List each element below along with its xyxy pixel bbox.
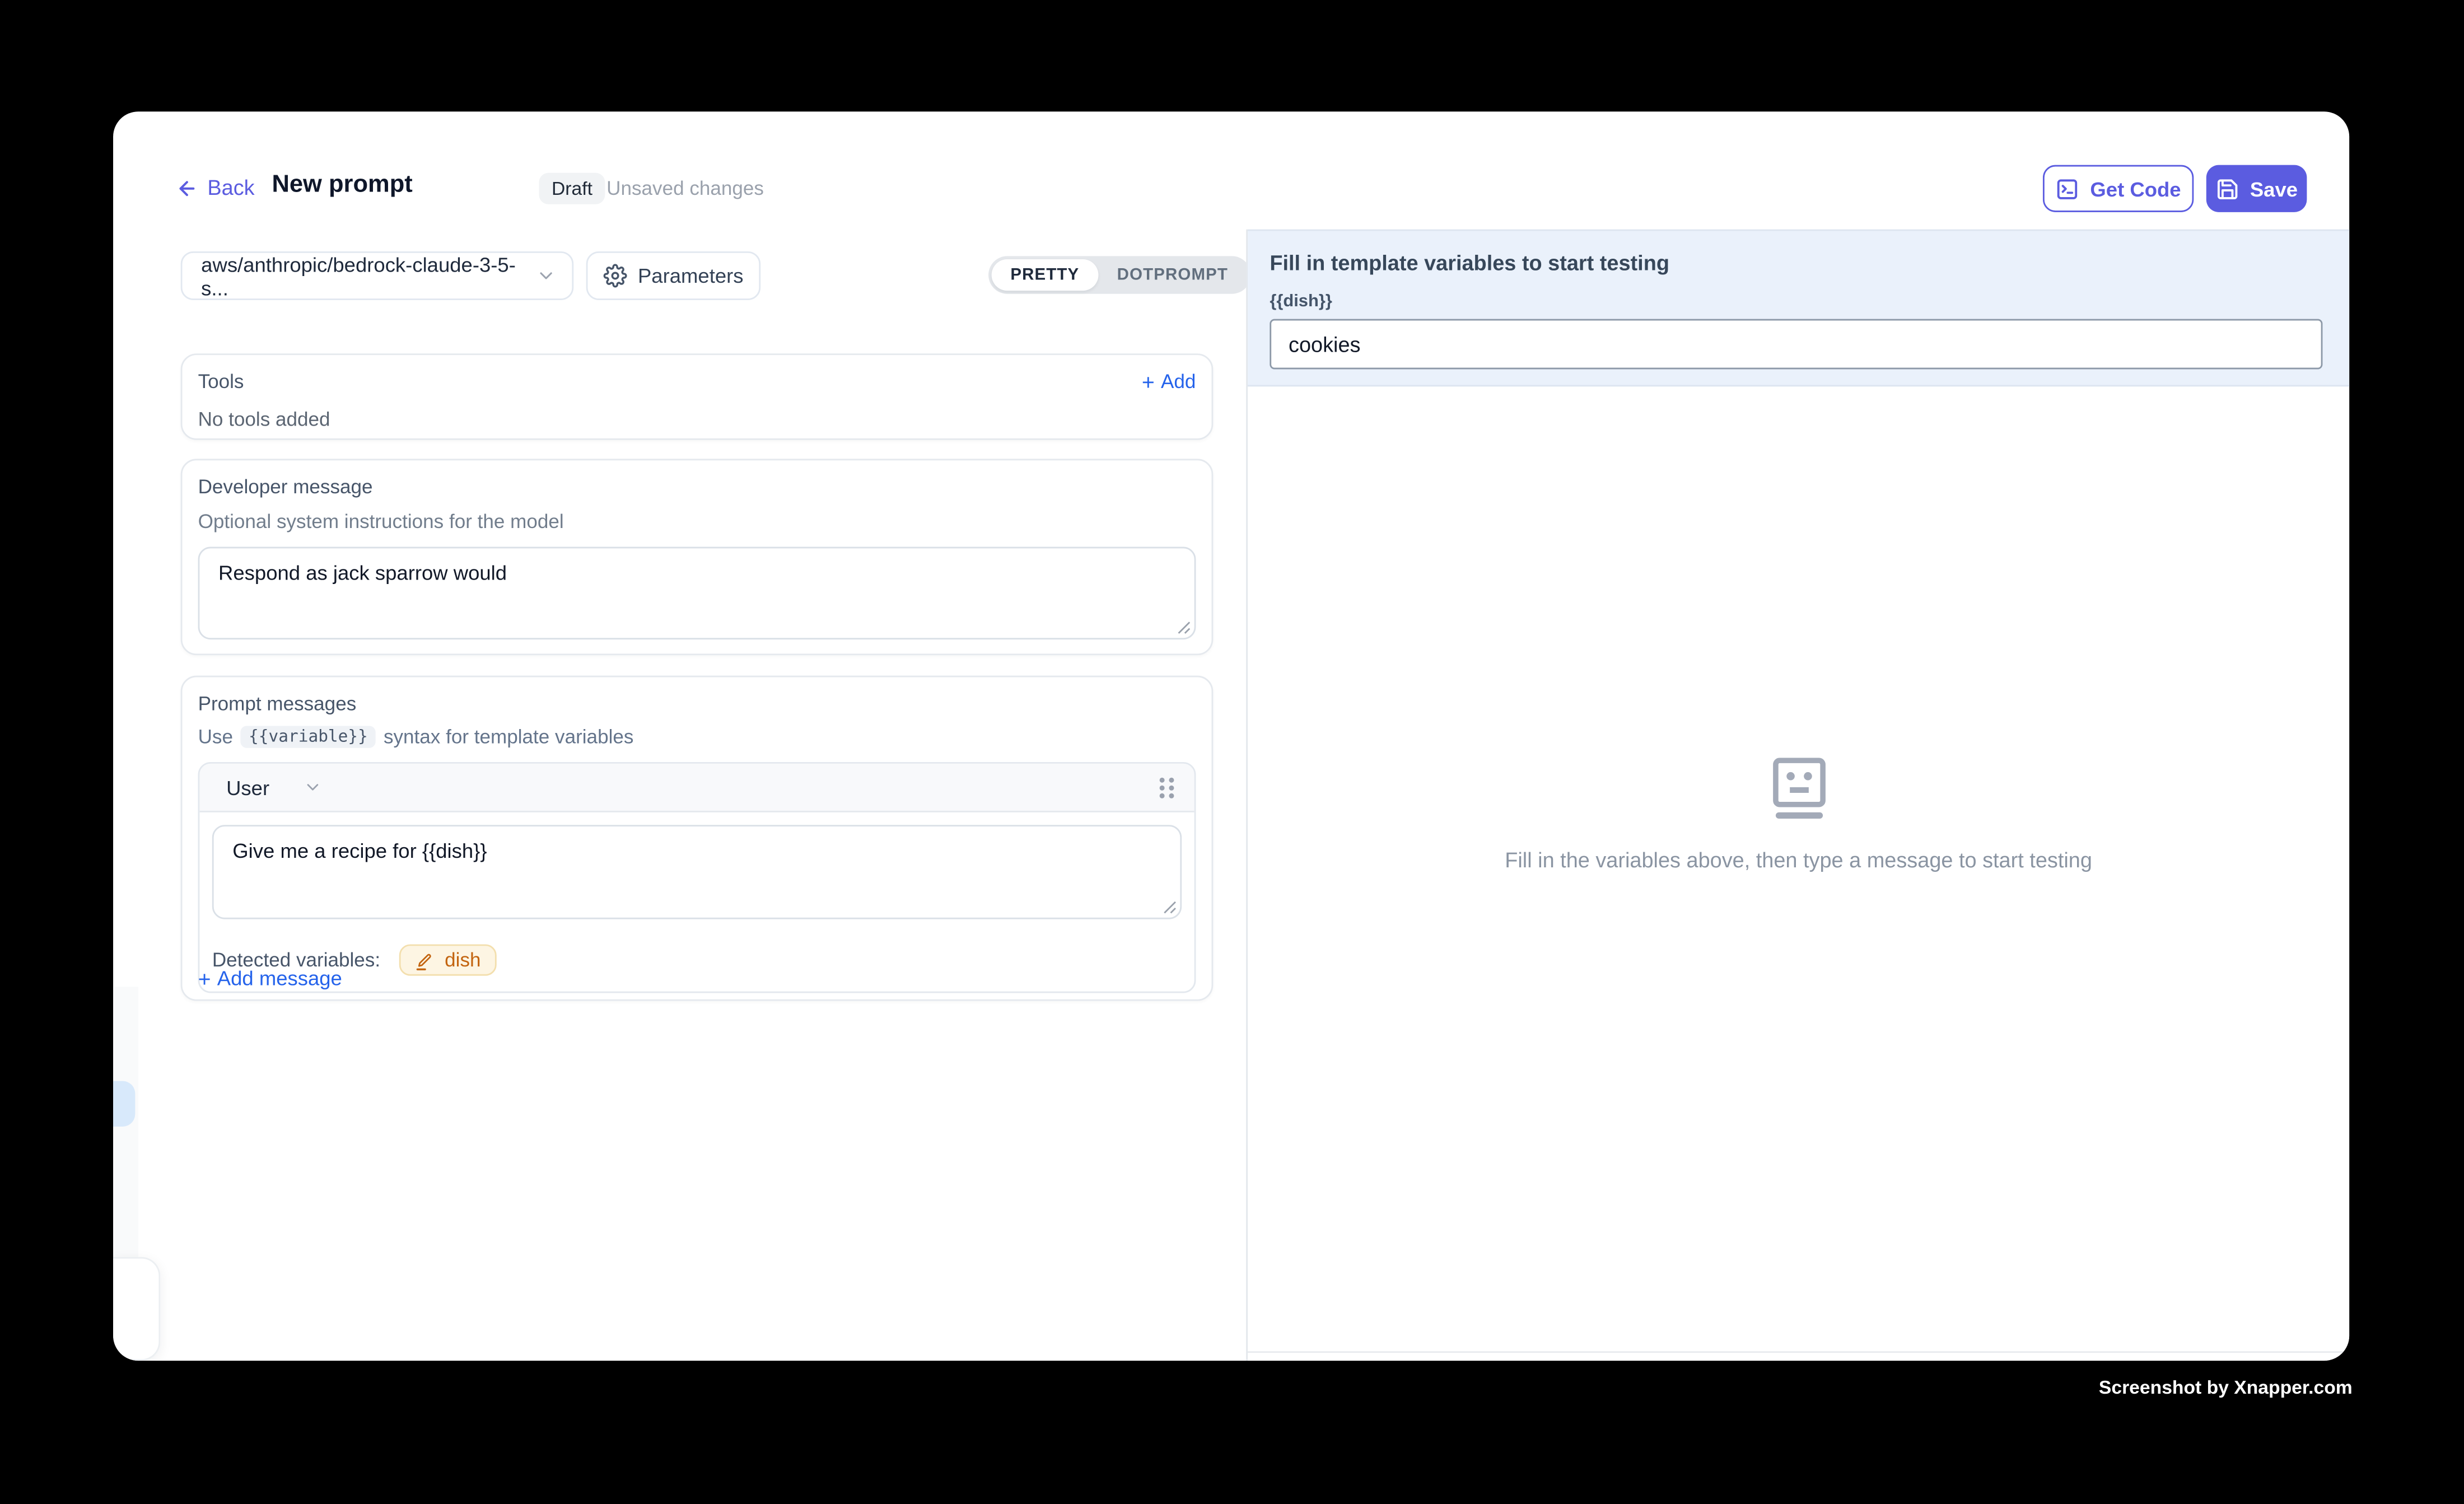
sidebar-active-item-fragment [113, 1081, 135, 1127]
get-code-label: Get Code [2090, 177, 2181, 200]
toggle-pretty[interactable]: PRETTY [992, 259, 1098, 291]
model-selector[interactable]: aws/anthropic/bedrock-claude-3-5-s... [181, 251, 574, 300]
back-button[interactable]: Back [176, 176, 254, 199]
add-message-button[interactable]: + Add message [198, 966, 342, 990]
page-title: New prompt [272, 171, 412, 200]
model-selector-value: aws/anthropic/bedrock-claude-3-5-s... [201, 252, 536, 299]
add-tool-label: Add [1161, 371, 1196, 393]
status-badge: Draft [539, 173, 605, 204]
developer-message-subtitle: Optional system instructions for the mod… [198, 511, 1196, 533]
plus-icon: + [198, 967, 211, 989]
developer-message-title: Developer message [198, 476, 1196, 498]
message-header: User [199, 764, 1194, 812]
pencil-icon [415, 950, 435, 970]
sidebar-popover-fragment [113, 1257, 160, 1361]
prompt-messages-card: Prompt messages Use {{variable}} syntax … [181, 676, 1214, 1001]
chat-empty-state: Fill in the variables above, then type a… [1248, 386, 2349, 1351]
empty-state-text: Fill in the variables above, then type a… [1505, 848, 2092, 872]
test-panel: Fill in template variables to start test… [1246, 230, 2349, 1361]
unsaved-changes-label: Unsaved changes [606, 178, 764, 199]
message-content-input[interactable]: Give me a recipe for {{dish}} [212, 825, 1182, 919]
chevron-down-icon [536, 265, 556, 286]
developer-message-card: Developer message Optional system instru… [181, 459, 1214, 655]
plus-icon: + [1142, 371, 1155, 393]
parameters-label: Parameters [638, 264, 744, 287]
prompt-messages-title: Prompt messages [198, 693, 1196, 714]
variable-syntax-chip: {{variable}} [241, 726, 376, 748]
toggle-dotprompt[interactable]: DOTPROMPT [1098, 259, 1247, 291]
save-icon [2215, 177, 2239, 200]
variable-badge-dish[interactable]: dish [399, 944, 497, 975]
screenshot-stage: Back New prompt Draft Unsaved changes Ge… [0, 0, 2464, 1503]
tools-title: Tools [198, 371, 244, 393]
role-selector[interactable]: User [226, 776, 323, 799]
hint-prefix: Use [198, 726, 233, 748]
tools-card: Tools + Add No tools added [181, 353, 1214, 440]
parameters-button[interactable]: Parameters [586, 251, 760, 300]
drag-handle-icon[interactable] [1158, 776, 1175, 799]
variable-name-label: {{dish}} [1270, 292, 1332, 311]
developer-message-input[interactable]: Respond as jack sparrow would [198, 547, 1196, 640]
chevron-down-icon [304, 778, 323, 797]
watermark-text: Screenshot by Xnapper.com [2099, 1376, 2353, 1398]
message-block: User Give me a recipe for {{dish}} [198, 762, 1196, 993]
variable-value-input[interactable] [1270, 319, 2322, 370]
gear-icon [603, 264, 627, 287]
view-mode-toggle: PRETTY DOTPROMPT [988, 256, 1250, 293]
get-code-button[interactable]: Get Code [2043, 165, 2194, 212]
hint-suffix: syntax for template variables [384, 726, 633, 748]
bot-face-icon [1772, 758, 1825, 820]
prompt-editor-window: Back New prompt Draft Unsaved changes Ge… [113, 111, 2349, 1361]
variable-badge-label: dish [445, 949, 480, 971]
arrow-left-icon [176, 177, 198, 199]
terminal-square-icon [2056, 177, 2079, 200]
save-button[interactable]: Save [2206, 165, 2307, 212]
save-label: Save [2250, 177, 2298, 200]
back-label: Back [207, 176, 254, 199]
test-panel-title: Fill in template variables to start test… [1270, 251, 1669, 275]
add-message-label: Add message [217, 966, 342, 990]
role-value: User [226, 776, 269, 799]
template-variables-section: Fill in template variables to start test… [1248, 230, 2349, 387]
add-tool-button[interactable]: + Add [1142, 371, 1196, 393]
chat-divider [1248, 1351, 2349, 1353]
tools-empty-text: No tools added [183, 393, 1212, 431]
